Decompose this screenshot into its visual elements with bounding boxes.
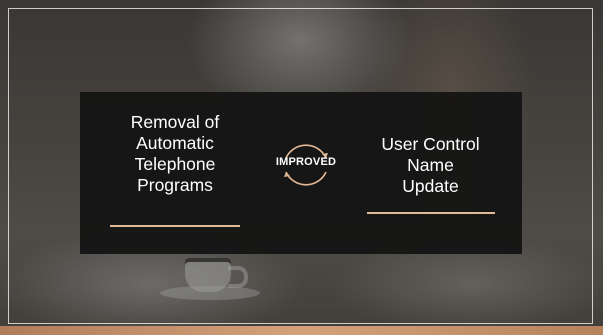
bottom-accent-bar xyxy=(0,326,603,335)
slide-background: Removal of Automatic Telephone Programs … xyxy=(0,0,603,335)
center-badge: IMPROVED xyxy=(262,136,350,194)
left-text: Removal of Automatic Telephone Programs xyxy=(130,112,220,195)
left-underline xyxy=(110,225,240,227)
right-text: User Control Name Update xyxy=(381,134,480,196)
right-underline xyxy=(367,212,495,214)
center-label: IMPROVED xyxy=(275,156,337,168)
